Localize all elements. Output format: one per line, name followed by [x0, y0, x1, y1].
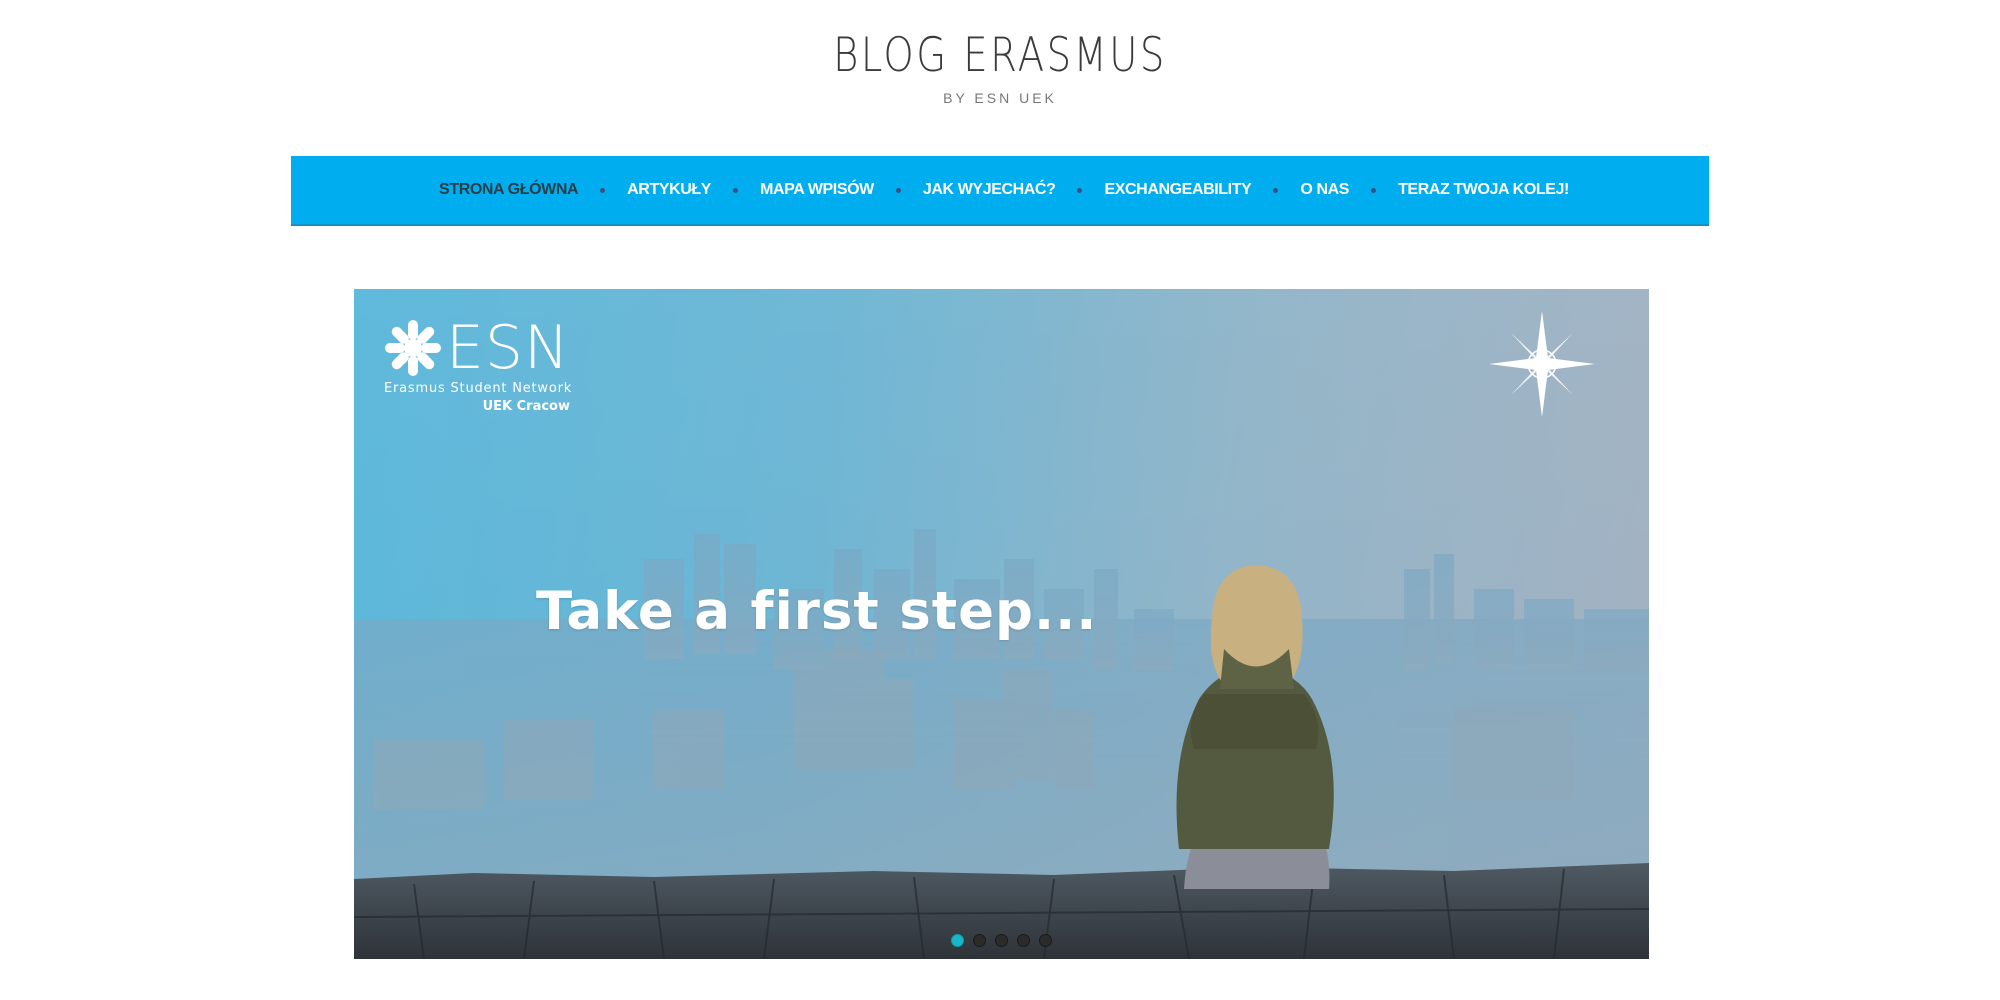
- hero-slider[interactable]: ESN Erasmus Student Network UEK Cracow T…: [354, 289, 1649, 959]
- nav-item-home: STRONA GŁÓWNA: [439, 181, 627, 199]
- nav-link-strona-glowna[interactable]: STRONA GŁÓWNA: [439, 181, 578, 199]
- nav-link-exchangeability[interactable]: EXCHANGEABILITY: [1104, 181, 1251, 199]
- nav-item-articles: ARTYKUŁY: [627, 181, 760, 199]
- nav-link-jak-wyjechac[interactable]: JAK WYJECHAĆ?: [923, 181, 1056, 199]
- slider-pagination: [354, 934, 1649, 947]
- esn-logo-network-name: Erasmus Student Network: [384, 381, 573, 396]
- nav-separator-dot: [895, 187, 901, 193]
- slider-dot-5[interactable]: [1039, 934, 1052, 947]
- nav-separator-dot: [1371, 187, 1377, 193]
- site-title[interactable]: BLOG ERASMUS: [180, 28, 1820, 83]
- esn-logo: ESN Erasmus Student Network UEK Cracow: [384, 313, 584, 419]
- esn-logo-section-name: UEK Cracow: [482, 399, 570, 414]
- slider-dot-2[interactable]: [973, 934, 986, 947]
- esn-wordmark: ESN: [446, 313, 570, 383]
- nav-link-artykuly[interactable]: ARTYKUŁY: [627, 181, 711, 199]
- nav-link-teraz-twoja-kolej[interactable]: TERAZ TWOJA KOLEJ!: [1398, 181, 1569, 199]
- nav-separator-dot: [600, 187, 606, 193]
- slider-dot-1[interactable]: [951, 934, 964, 947]
- nav-separator-dot: [1273, 187, 1279, 193]
- nav-list: STRONA GŁÓWNA ARTYKUŁY MAPA WPISÓW JAK W…: [291, 156, 1709, 224]
- site-tagline: BY ESN UEK: [943, 90, 1057, 106]
- nav-item-exchangeability: EXCHANGEABILITY: [1104, 181, 1300, 199]
- nav-link-o-nas[interactable]: O NAS: [1300, 181, 1349, 199]
- nav-link-mapa-wpisow[interactable]: MAPA WPISÓW: [760, 181, 874, 199]
- nav-item-map: MAPA WPISÓW: [760, 181, 923, 199]
- slider-dot-4[interactable]: [1017, 934, 1030, 947]
- nav-separator-dot: [733, 187, 739, 193]
- esn-star-icon: [385, 320, 441, 376]
- nav-item-how-to-go: JAK WYJECHAĆ?: [923, 181, 1105, 199]
- nav-item-your-turn: TERAZ TWOJA KOLEJ!: [1398, 181, 1569, 199]
- main-navigation: STRONA GŁÓWNA ARTYKUŁY MAPA WPISÓW JAK W…: [291, 156, 1709, 226]
- site-header: BLOG ERASMUS BY ESN UEK: [0, 0, 2000, 156]
- nav-separator-dot: [1077, 187, 1083, 193]
- nav-item-about: O NAS: [1300, 181, 1398, 199]
- slider-dot-3[interactable]: [995, 934, 1008, 947]
- slide-caption: Take a first step...: [536, 581, 1098, 642]
- compass-rose-icon: [1489, 311, 1595, 417]
